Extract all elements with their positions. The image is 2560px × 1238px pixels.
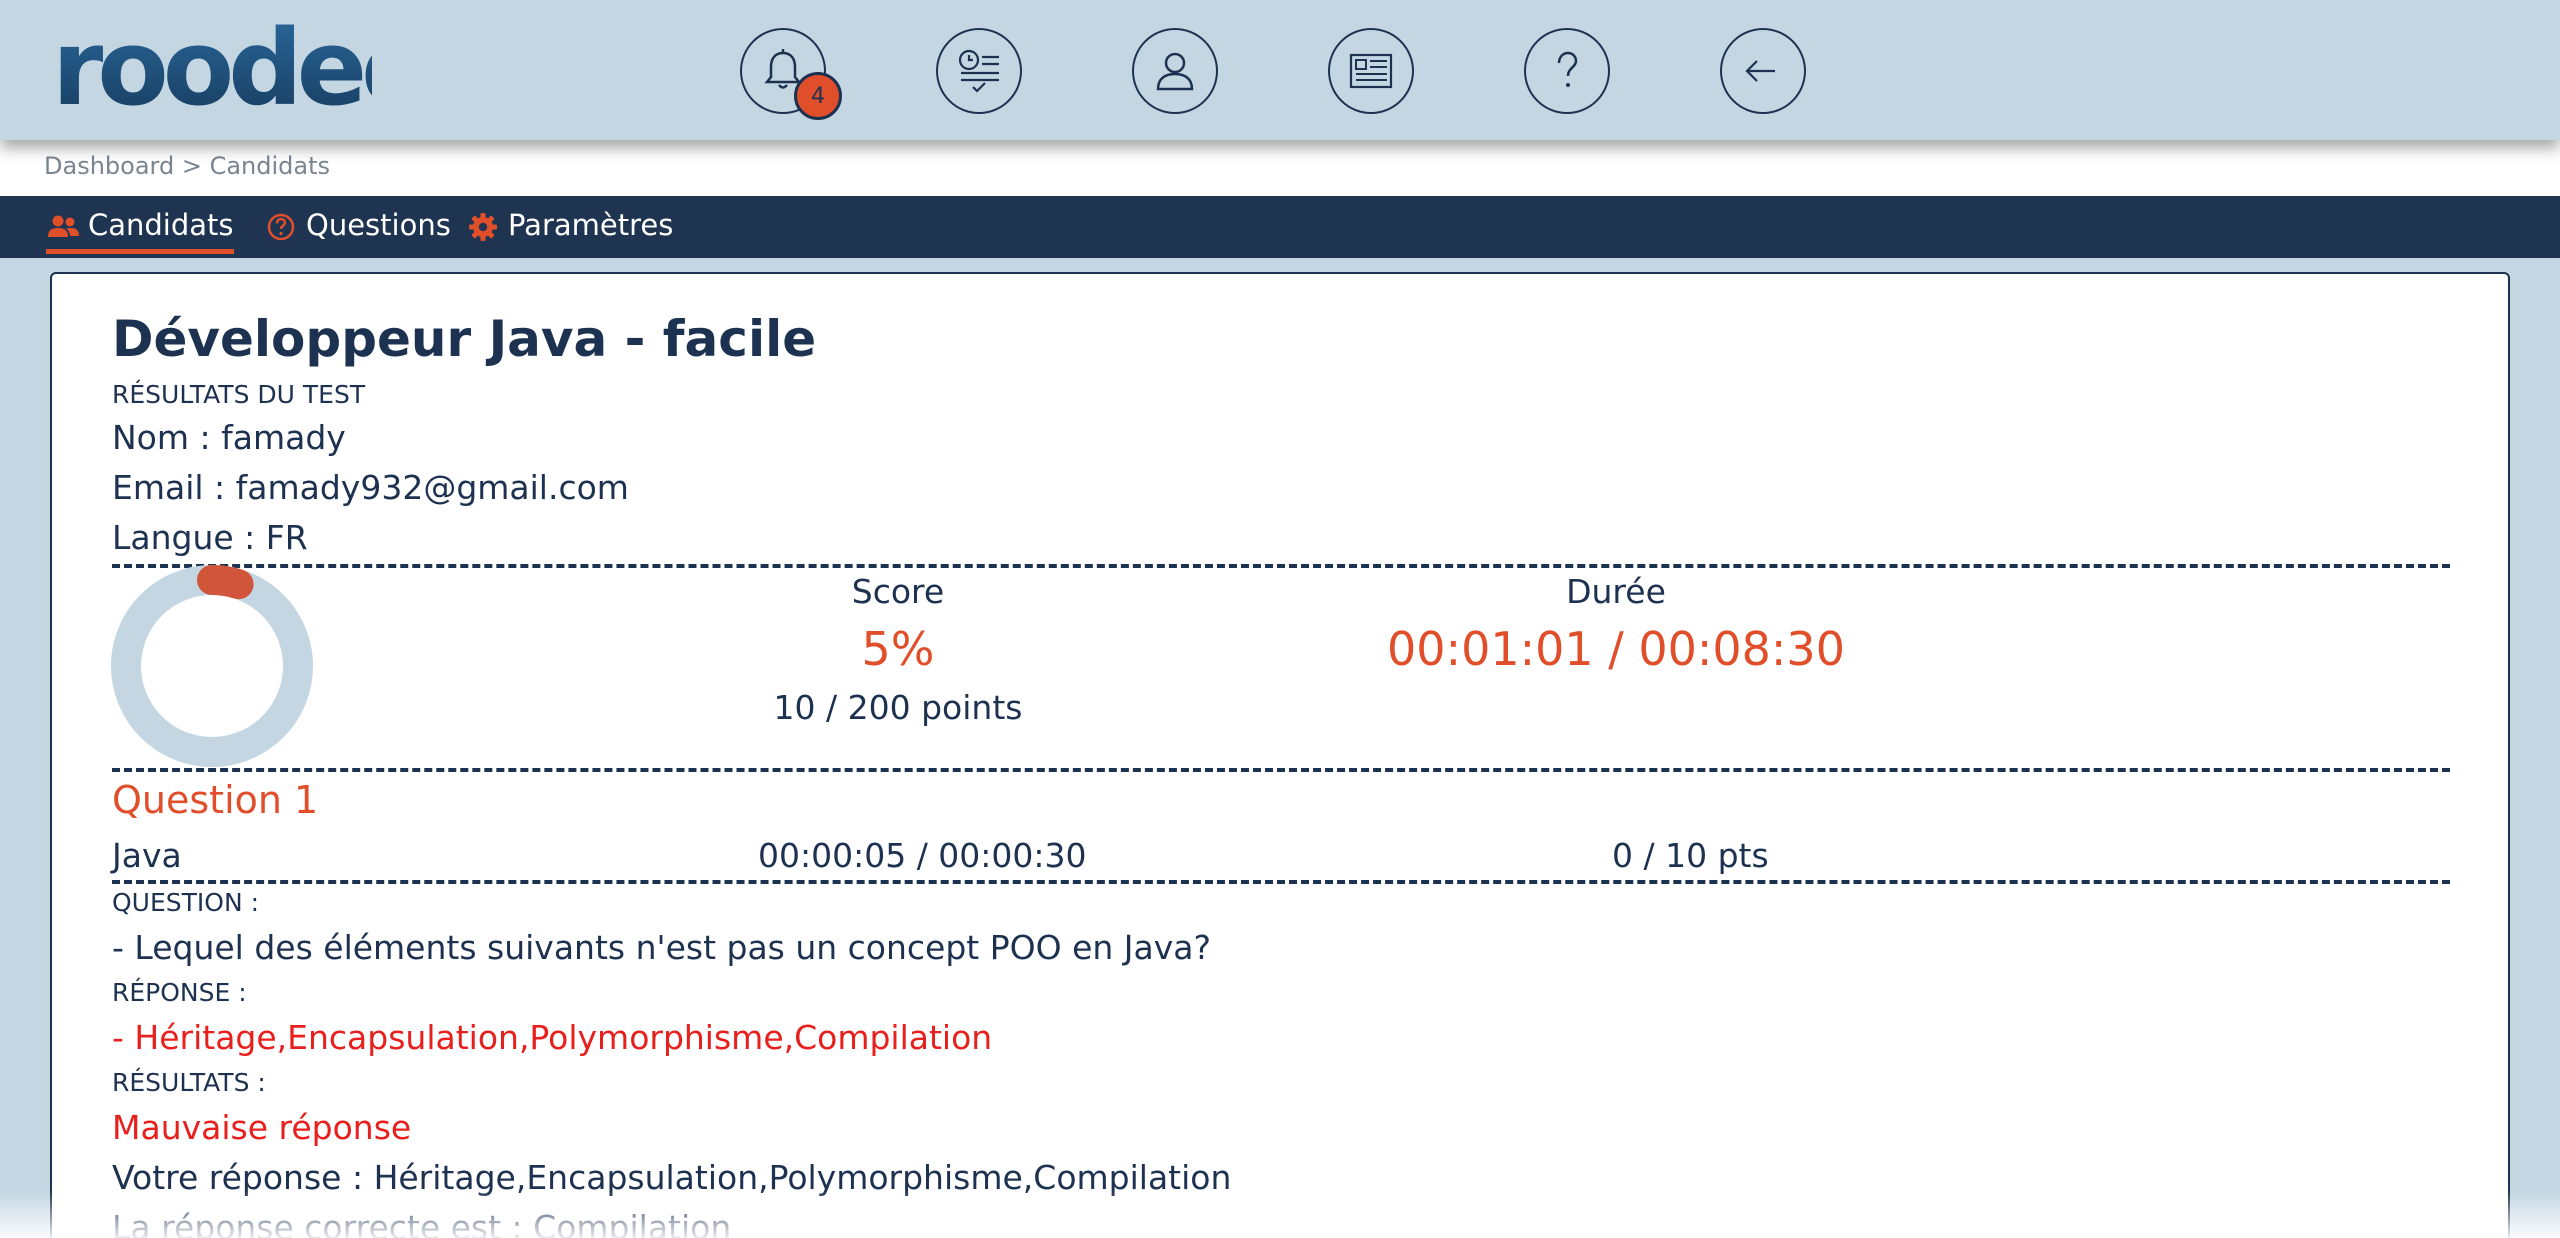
question-time: 00:00:05 / 00:00:30 — [758, 836, 1087, 875]
tab-candidats-label: Candidats — [88, 208, 234, 242]
gear-icon — [469, 213, 497, 241]
candidate-email: Email : famady932@gmail.com — [112, 468, 629, 507]
duration-label: Durée — [1566, 572, 1666, 611]
tab-bar: Candidats Questions Paramètres — [0, 196, 2560, 258]
question-points: 0 / 10 pts — [1612, 836, 1769, 875]
logo-text: roodeo — [52, 8, 372, 118]
roodeo-logo[interactable]: roodeo — [52, 8, 372, 118]
tab-candidats[interactable]: Candidats — [46, 208, 234, 254]
tab-questions-label: Questions — [306, 208, 451, 242]
test-history-button[interactable] — [936, 28, 1022, 114]
question-title: Question 1 — [112, 778, 319, 822]
divider — [112, 880, 2450, 884]
profile-button[interactable] — [1132, 28, 1218, 114]
tab-parametres-label: Paramètres — [508, 208, 674, 242]
score-points: 10 / 200 points — [773, 688, 1023, 727]
top-header: roodeo 4 — [0, 0, 2560, 140]
notification-count-badge: 4 — [794, 72, 842, 120]
test-result-card: Développeur Java - facile RÉSULTATS DU T… — [50, 272, 2510, 1238]
question-circle-icon — [267, 213, 295, 241]
question-topic: Java — [112, 836, 182, 875]
test-history-icon — [958, 49, 999, 93]
candidate-language: Langue : FR — [112, 518, 308, 557]
duration-value: 00:01:01 / 00:08:30 — [1387, 622, 1845, 676]
breadcrumb-bar: Dashboard > Candidats — [0, 140, 2560, 196]
results-heading: RÉSULTATS DU TEST — [112, 380, 366, 409]
help-icon — [1557, 51, 1578, 87]
back-arrow-icon — [1745, 60, 1775, 82]
candidate-name: Nom : famady — [112, 418, 346, 457]
reports-button[interactable] — [1328, 28, 1414, 114]
results-label: RÉSULTATS : — [112, 1068, 266, 1097]
question-label: QUESTION : — [112, 888, 260, 917]
users-icon — [48, 215, 79, 237]
back-button[interactable] — [1720, 28, 1806, 114]
question-text: - Lequel des éléments suivants n'est pas… — [112, 928, 1212, 967]
donut-track — [111, 565, 313, 767]
correct-answer-text: La réponse correcte est : Compilation — [112, 1208, 732, 1238]
test-title: Développeur Java - facile — [112, 310, 817, 368]
verdict-text: Mauvaise réponse — [112, 1108, 412, 1147]
score-label: Score — [851, 572, 945, 611]
divider — [112, 564, 2450, 568]
notifications-button[interactable]: 4 — [740, 28, 842, 120]
breadcrumb[interactable]: Dashboard > Candidats — [44, 152, 330, 180]
answer-label: RÉPONSE : — [112, 978, 247, 1007]
your-answer-text: Votre réponse : Héritage,Encapsulation,P… — [112, 1158, 1232, 1197]
tab-questions[interactable]: Questions — [264, 208, 451, 254]
score-value: 5% — [861, 622, 935, 676]
divider — [112, 768, 2450, 772]
document-list-icon — [1349, 53, 1393, 89]
answer-options: - Héritage,Encapsulation,Polymorphisme,C… — [112, 1018, 993, 1057]
help-button[interactable] — [1524, 28, 1610, 114]
user-icon — [1156, 52, 1194, 91]
score-donut-chart — [111, 565, 313, 767]
tab-parametres[interactable]: Paramètres — [466, 208, 673, 254]
